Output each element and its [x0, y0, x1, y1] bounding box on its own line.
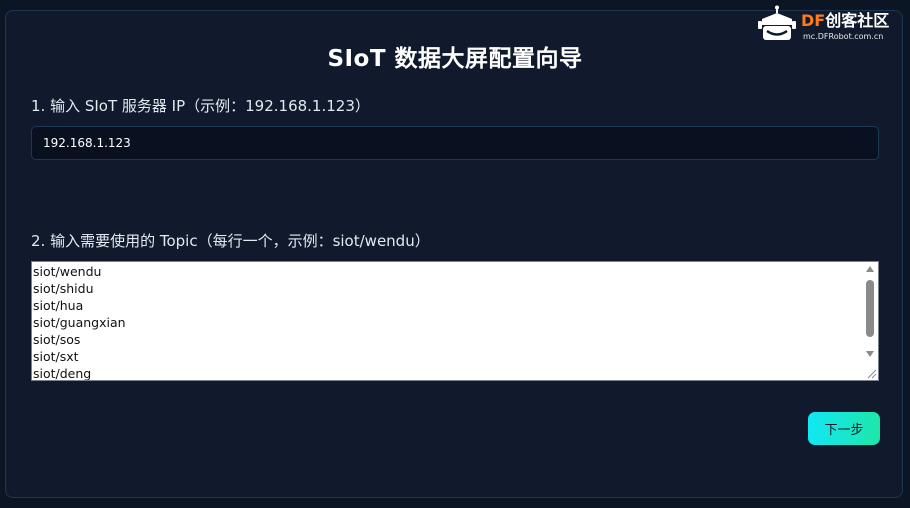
scroll-up-arrow-icon[interactable]: [866, 266, 874, 272]
next-button[interactable]: 下一步: [808, 412, 880, 445]
topic-line: siot/sxt: [33, 349, 79, 364]
topic-textarea[interactable]: siot/wendu siot/shidu siot/hua siot/guan…: [31, 261, 879, 381]
topic-label: 2. 输入需要使用的 Topic（每行一个，示例：siot/wendu）: [31, 232, 430, 250]
topic-list: siot/wendu siot/shidu siot/hua siot/guan…: [33, 263, 126, 381]
topic-line: siot/guangxian: [33, 315, 126, 330]
wizard-panel: SIoT 数据大屏配置向导 1. 输入 SIoT 服务器 IP（示例：192.1…: [5, 10, 903, 498]
scroll-thumb[interactable]: [866, 280, 874, 337]
brand-suffix: 创客社区: [825, 11, 890, 30]
topic-line: siot/shidu: [33, 281, 94, 296]
brand-domain: mc.DFRobot.com.cn: [803, 32, 884, 41]
ip-input[interactable]: [31, 126, 879, 160]
brand-name: DF创客社区: [801, 7, 889, 31]
topic-scrollbar[interactable]: [863, 262, 878, 380]
robot-head-icon: [758, 5, 796, 40]
topic-line: siot/wendu: [33, 264, 102, 279]
ip-label: 1. 输入 SIoT 服务器 IP（示例：192.168.1.123）: [31, 97, 370, 115]
scroll-down-arrow-icon[interactable]: [866, 351, 874, 357]
topic-line: siot/sos: [33, 332, 81, 347]
dfrobot-watermark: DF创客社区 mc.DFRobot.com.cn: [757, 5, 907, 47]
resize-grip-icon[interactable]: [865, 367, 877, 379]
topic-line: siot/hua: [33, 298, 84, 313]
brand-prefix: DF: [801, 11, 826, 30]
topic-line: siot/deng: [33, 366, 92, 381]
